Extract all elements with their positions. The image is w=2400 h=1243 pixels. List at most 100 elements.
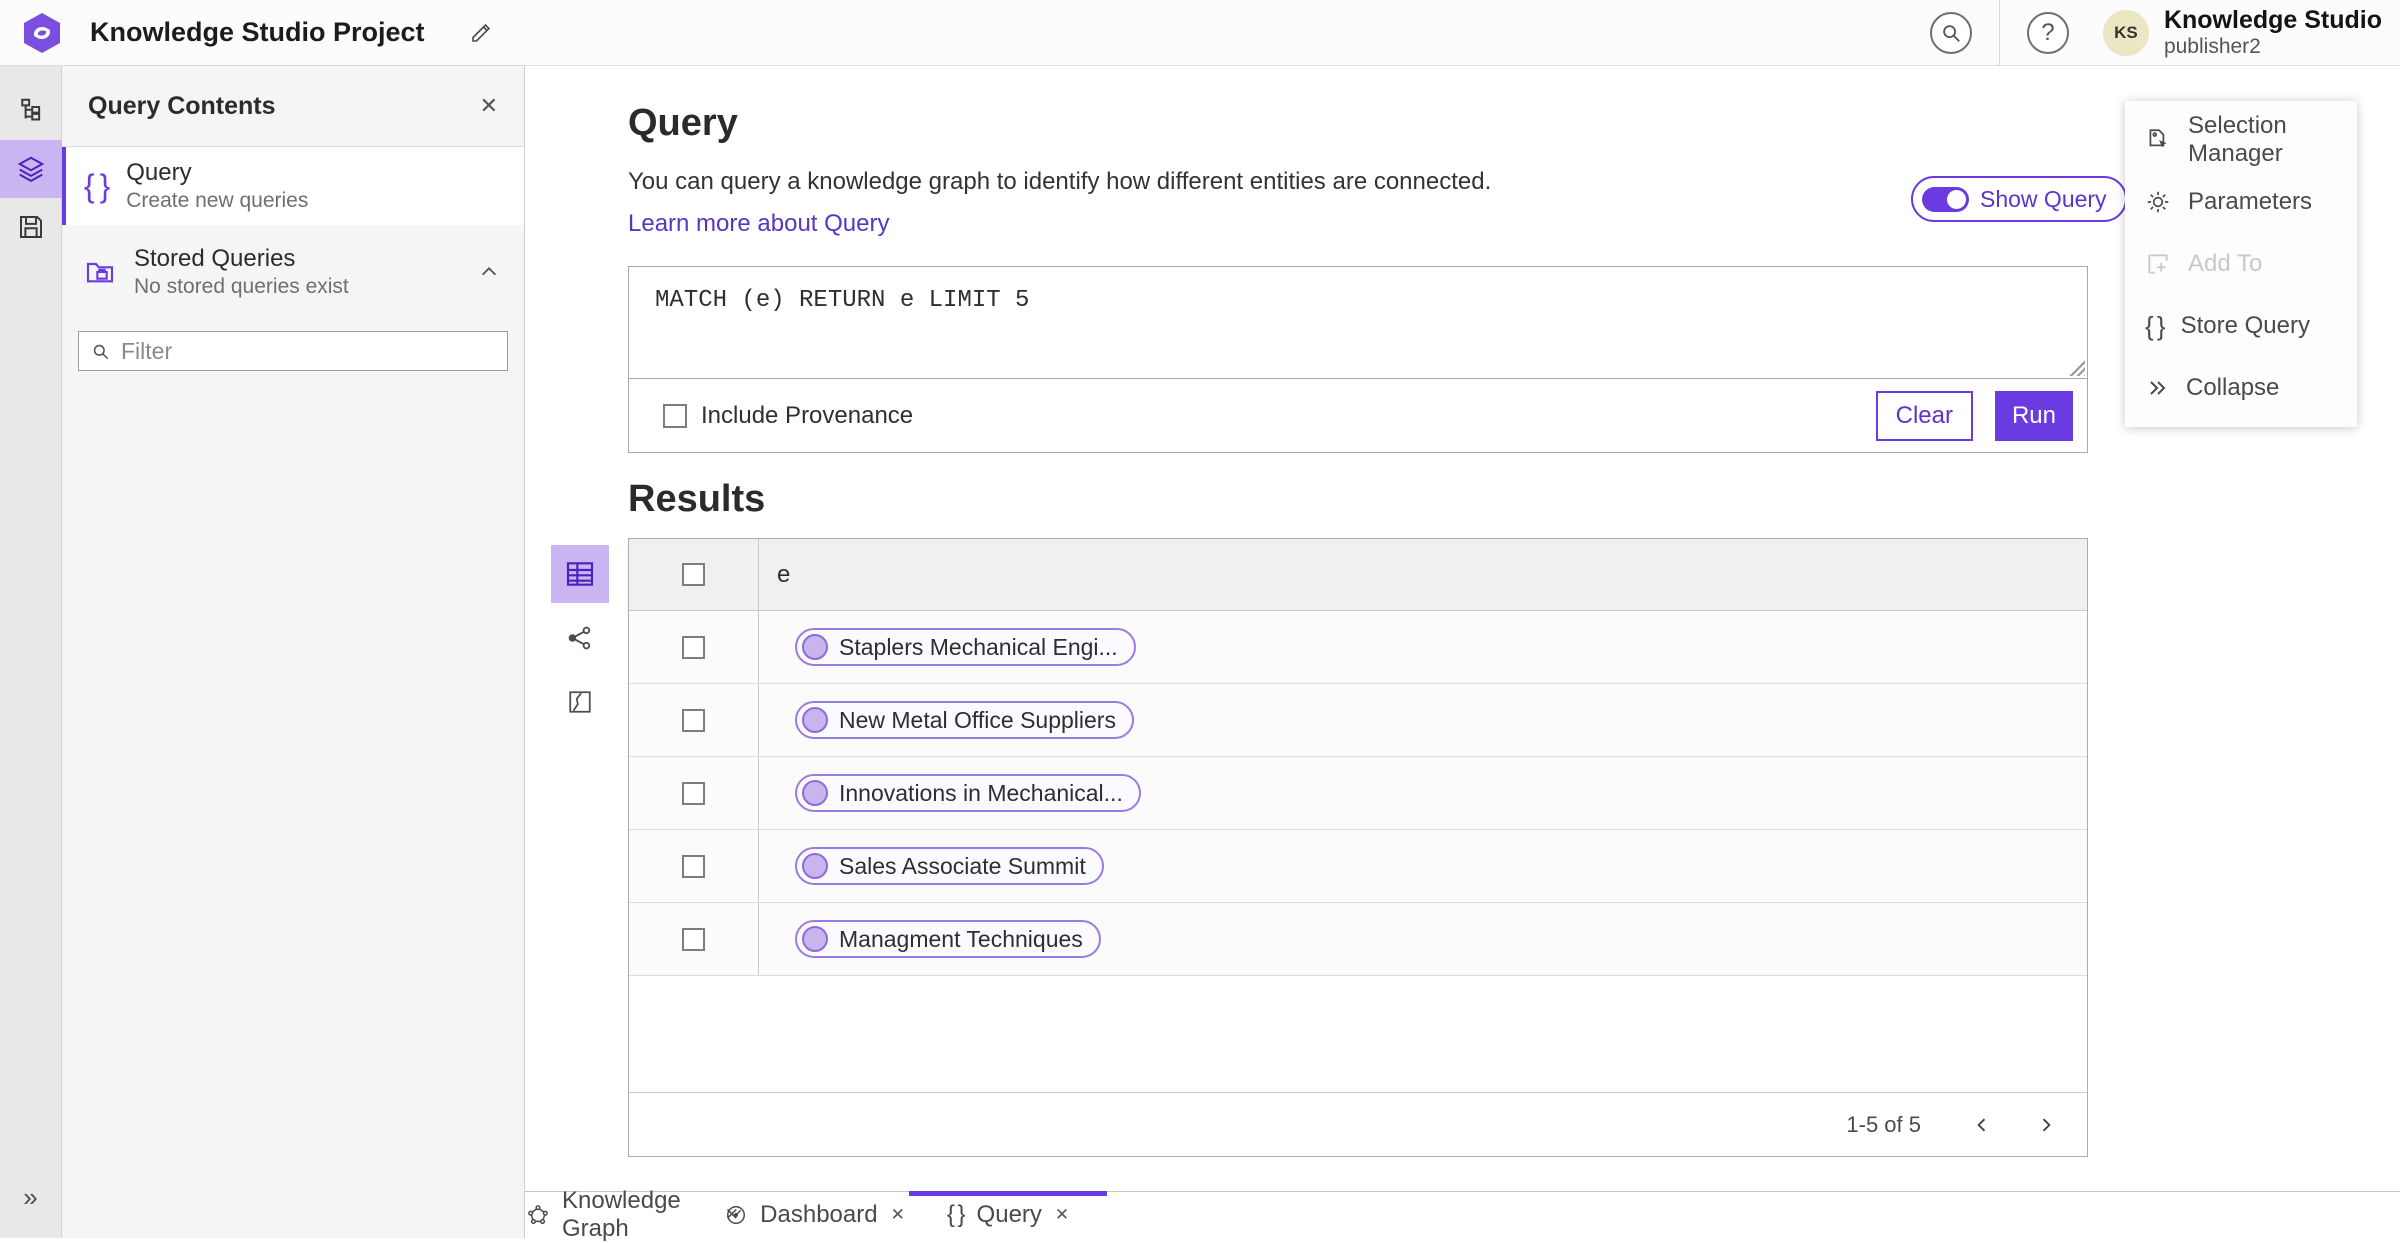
user-avatar[interactable]: KS bbox=[2102, 9, 2149, 56]
layers-icon[interactable] bbox=[0, 140, 62, 198]
entity-pill[interactable]: Innovations in Mechanical... bbox=[795, 774, 1141, 812]
learn-more-link[interactable]: Learn more about Query bbox=[628, 210, 889, 238]
project-hierarchy-icon[interactable] bbox=[0, 82, 62, 140]
selection-manager-item[interactable]: Selection Manager bbox=[2125, 109, 2357, 171]
close-tab-icon[interactable]: ✕ bbox=[891, 1205, 905, 1225]
table-header-row: e bbox=[629, 539, 2087, 611]
braces-icon: { } bbox=[946, 1201, 966, 1228]
selection-manager-icon bbox=[2145, 127, 2171, 153]
select-all-checkbox[interactable] bbox=[682, 563, 705, 586]
filter-field[interactable] bbox=[78, 331, 508, 371]
clear-button[interactable]: Clear bbox=[1875, 390, 1973, 441]
entity-pill[interactable]: Sales Associate Summit bbox=[795, 847, 1104, 885]
tab-label: Knowledge Graph bbox=[562, 1187, 681, 1242]
close-panel-icon[interactable]: ✕ bbox=[480, 93, 498, 119]
panel-title: Query Contents bbox=[88, 91, 276, 120]
panel-item-query-label: Query bbox=[126, 158, 192, 186]
parameters-label: Parameters bbox=[2188, 188, 2313, 215]
store-query-item[interactable]: { } Store Query bbox=[2125, 295, 2357, 357]
row-checkbox[interactable] bbox=[682, 781, 705, 805]
query-description: You can query a knowledge graph to ident… bbox=[628, 168, 1492, 195]
entity-label: Managment Techniques bbox=[839, 925, 1083, 952]
add-to-item: Add To bbox=[2125, 233, 2357, 295]
map-view-icon[interactable] bbox=[551, 673, 609, 731]
link-chart-view-icon[interactable] bbox=[551, 609, 609, 667]
dashboard-gauge-icon bbox=[725, 1204, 747, 1226]
help-button[interactable]: ? bbox=[2026, 11, 2069, 54]
edit-title-icon[interactable] bbox=[469, 21, 493, 45]
results-table: e Staplers Mechanical Engi... New Metal … bbox=[628, 538, 2088, 1157]
next-page-icon[interactable] bbox=[2029, 1108, 2063, 1142]
row-checkbox[interactable] bbox=[682, 927, 705, 951]
app-header: Knowledge Studio Project ? KS Knowledge … bbox=[0, 0, 2400, 66]
entity-label: Innovations in Mechanical... bbox=[839, 779, 1123, 806]
braces-icon: { } bbox=[2145, 310, 2166, 341]
panel-item-stored-queries[interactable]: Stored Queries No stored queries exist bbox=[62, 233, 524, 311]
user-info[interactable]: Knowledge Studio publisher2 bbox=[2164, 7, 2382, 58]
folder-icon bbox=[84, 256, 116, 288]
entity-pill[interactable]: Managment Techniques bbox=[795, 920, 1101, 958]
entity-dot-icon bbox=[802, 926, 828, 952]
expand-toolbar-icon[interactable]: » bbox=[0, 1168, 62, 1226]
close-tab-icon[interactable]: ✕ bbox=[1055, 1205, 1069, 1225]
row-checkbox[interactable] bbox=[682, 635, 705, 659]
panel-item-query[interactable]: { } Query Create new queries bbox=[62, 147, 524, 225]
app-logo-icon bbox=[20, 11, 64, 55]
toggle-switch[interactable] bbox=[1922, 186, 1969, 212]
include-provenance-checkbox[interactable] bbox=[663, 403, 687, 428]
show-query-label: Show Query bbox=[1980, 185, 2107, 212]
query-code-input[interactable]: MATCH (e) RETURN e LIMIT 5 bbox=[629, 267, 2087, 378]
left-toolbar: » bbox=[0, 66, 62, 1238]
entity-dot-icon bbox=[802, 634, 828, 660]
knowledge-graph-icon bbox=[527, 1204, 549, 1226]
results-title: Results bbox=[628, 478, 766, 520]
tab-label: Dashboard bbox=[760, 1201, 878, 1228]
view-tab-bar: Knowledge Graph ✕ Dashboard ✕ { } Query … bbox=[525, 1187, 2400, 1242]
entity-pill[interactable]: Staplers Mechanical Engi... bbox=[795, 628, 1136, 666]
add-to-icon bbox=[2145, 251, 2171, 277]
table-row[interactable]: Innovations in Mechanical... bbox=[629, 757, 2087, 830]
table-view-icon[interactable] bbox=[551, 545, 609, 603]
table-row[interactable]: Sales Associate Summit bbox=[629, 830, 2087, 903]
entity-label: Staplers Mechanical Engi... bbox=[839, 633, 1118, 660]
search-button[interactable] bbox=[1929, 11, 1972, 54]
table-row[interactable]: New Metal Office Suppliers bbox=[629, 684, 2087, 757]
gear-icon bbox=[2145, 189, 2171, 215]
run-button[interactable]: Run bbox=[1994, 390, 2073, 441]
braces-icon: { } bbox=[84, 167, 110, 204]
tab-label: Query bbox=[976, 1201, 1042, 1228]
collapse-label: Collapse bbox=[2186, 374, 2280, 401]
collapse-icon bbox=[2145, 376, 2169, 400]
show-query-toggle[interactable]: Show Query bbox=[1911, 176, 2127, 222]
column-header: e bbox=[777, 560, 791, 588]
query-contents-panel: Query Contents ✕ { } Query Create new qu… bbox=[62, 66, 525, 1238]
row-checkbox[interactable] bbox=[682, 854, 705, 878]
results-view-switcher bbox=[551, 545, 609, 737]
entity-dot-icon bbox=[802, 707, 828, 733]
previous-page-icon[interactable] bbox=[1965, 1108, 1999, 1142]
parameters-item[interactable]: Parameters bbox=[2125, 171, 2357, 233]
panel-item-query-description: Create new queries bbox=[126, 189, 309, 213]
panel-item-stored-description: No stored queries exist bbox=[134, 275, 349, 299]
query-actions-panel: Selection Manager Parameters Add To { } … bbox=[2125, 101, 2357, 427]
table-row[interactable]: Staplers Mechanical Engi... bbox=[629, 611, 2087, 684]
tab-query[interactable]: { } Query ✕ bbox=[909, 1191, 1107, 1238]
filter-input[interactable] bbox=[121, 337, 495, 365]
user-name: Knowledge Studio bbox=[2163, 6, 2382, 35]
chevron-up-icon[interactable] bbox=[478, 261, 500, 283]
entity-pill[interactable]: New Metal Office Suppliers bbox=[795, 701, 1134, 739]
query-editor-box: MATCH (e) RETURN e LIMIT 5 Include Prove… bbox=[628, 266, 2088, 453]
entity-label: New Metal Office Suppliers bbox=[839, 706, 1116, 733]
tab-dashboard[interactable]: Dashboard ✕ bbox=[727, 1192, 905, 1238]
table-row[interactable]: Managment Techniques bbox=[629, 903, 2087, 976]
pagination-label: 1-5 of 5 bbox=[1846, 1111, 1921, 1137]
save-icon[interactable] bbox=[0, 198, 62, 256]
row-checkbox[interactable] bbox=[682, 708, 705, 732]
panel-header: Query Contents ✕ bbox=[62, 66, 524, 147]
search-icon bbox=[91, 342, 110, 361]
panel-item-stored-label: Stored Queries bbox=[134, 244, 296, 272]
user-role: publisher2 bbox=[2163, 34, 2261, 58]
collapse-item[interactable]: Collapse bbox=[2125, 357, 2357, 419]
tab-knowledge-graph[interactable]: Knowledge Graph ✕ bbox=[527, 1187, 739, 1242]
include-provenance-label: Include Provenance bbox=[701, 401, 914, 429]
